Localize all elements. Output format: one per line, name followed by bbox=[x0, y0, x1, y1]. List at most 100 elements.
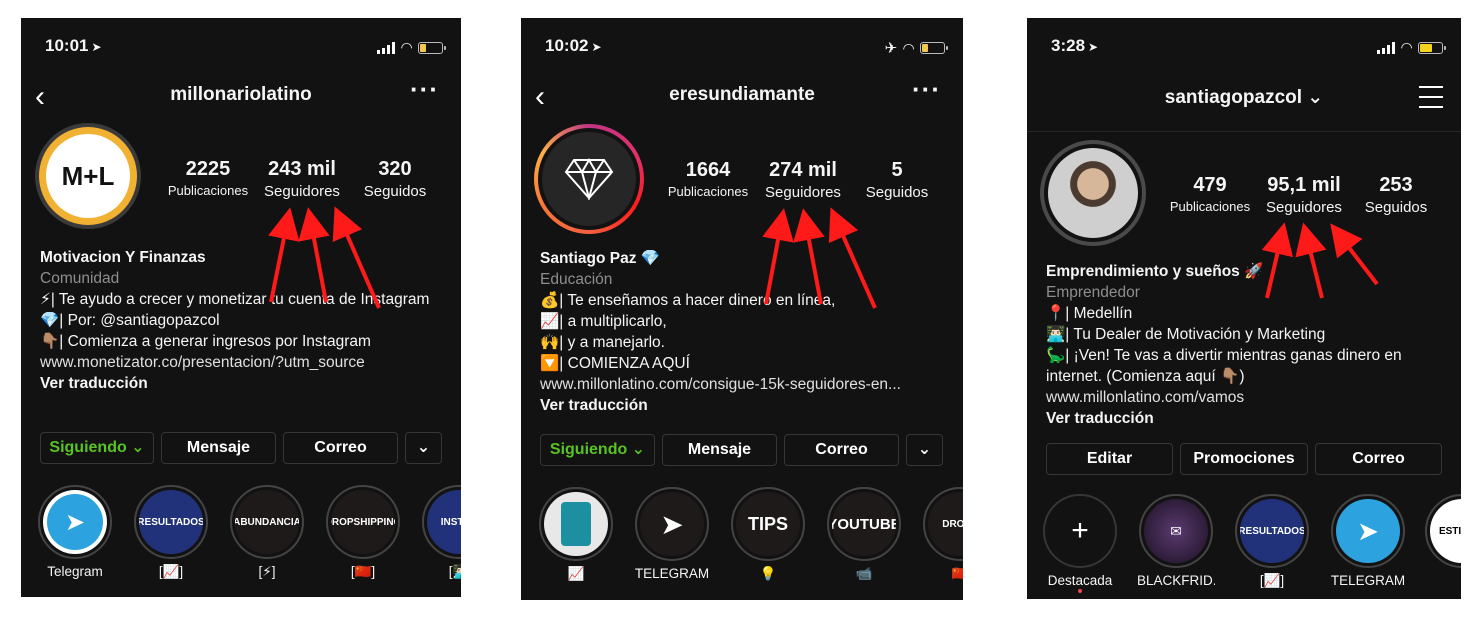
story-highlight-telegram[interactable]: ➤ TELEGRAM bbox=[1329, 494, 1407, 588]
profile-screen-1: 10:01 ➤ ◠ ‹ millonariolatino ··· M+L 2225… bbox=[21, 18, 461, 597]
location-icon: ➤ bbox=[1088, 40, 1099, 54]
email-button[interactable]: Correo bbox=[283, 432, 398, 464]
bio-line: 📈| a multiplicarlo, bbox=[540, 313, 667, 330]
following-button[interactable]: Siguiendo ⌄ bbox=[540, 434, 655, 466]
posts-count[interactable]: 2225 Publicaciones bbox=[163, 158, 253, 198]
profile-screen-3: 3:28 ➤ ◠ santiagopazcol ⌄ 479 Publicacion… bbox=[1027, 18, 1461, 599]
airplane-icon: ✈ bbox=[884, 40, 898, 57]
bio-line: 🔽| COMIENZA AQUÍ bbox=[540, 355, 690, 372]
avatar[interactable] bbox=[534, 124, 644, 234]
avatar-logo-text: M+L bbox=[61, 160, 115, 191]
following-count[interactable]: 320 Seguidos bbox=[355, 158, 435, 200]
translate-link[interactable]: Ver traducción bbox=[540, 395, 953, 416]
message-button[interactable]: Mensaje bbox=[161, 432, 276, 464]
bio: Emprendimiento y sueños 🚀 Emprendedor 📍|… bbox=[1046, 261, 1451, 429]
battery-icon bbox=[1418, 41, 1446, 54]
diamond-icon bbox=[564, 158, 614, 200]
story-highlight-youtube[interactable]: YOUTUBE 📹 bbox=[825, 487, 903, 582]
telegram-icon: ➤ bbox=[660, 508, 684, 540]
nav-bar: ‹ millonariolatino ··· bbox=[21, 74, 461, 113]
suggestions-chevron-button[interactable]: ⌄ bbox=[405, 432, 442, 464]
story-highlight-dropshipping[interactable]: DROPSHIPPING [🇨🇳] bbox=[324, 485, 402, 580]
followers-count[interactable]: 95,1 mil Seguidores bbox=[1256, 174, 1352, 216]
plus-icon: + bbox=[1048, 499, 1112, 563]
nav-bar: ‹ eresundiamante ··· bbox=[521, 74, 963, 113]
promotions-button[interactable]: Promociones bbox=[1180, 443, 1308, 475]
username-title[interactable]: santiagopazcol ⌄ bbox=[1027, 86, 1461, 109]
clock: 10:02 bbox=[545, 36, 589, 55]
followers-count[interactable]: 274 mil Seguidores bbox=[755, 159, 851, 201]
profile-category: Comunidad bbox=[40, 270, 120, 287]
divider bbox=[1027, 131, 1461, 132]
bio: Santiago Paz 💎 Educación 💰| Te enseñamos… bbox=[540, 248, 953, 416]
message-button[interactable]: Mensaje bbox=[662, 434, 777, 466]
email-button[interactable]: Correo bbox=[784, 434, 899, 466]
username-title: millonariolatino bbox=[170, 84, 312, 105]
suggestions-chevron-button[interactable]: ⌄ bbox=[906, 434, 943, 466]
story-highlight-resultados[interactable]: RESULTADOS [📈] bbox=[132, 485, 210, 580]
profile-name: Emprendimiento y sueños 🚀 bbox=[1046, 263, 1264, 280]
followers-count[interactable]: 243 mil Seguidores bbox=[254, 158, 350, 200]
story-highlight-telegram[interactable]: ➤ TELEGRAM bbox=[633, 487, 711, 581]
wifi-icon: ◠ bbox=[401, 39, 412, 55]
nav-bar: santiagopazcol ⌄ bbox=[1027, 84, 1461, 114]
profile-name: Santiago Paz 💎 bbox=[540, 250, 661, 267]
status-bar: 10:02 ➤ ✈ ◠ bbox=[545, 36, 948, 57]
profile-photo bbox=[1048, 148, 1138, 238]
posts-count[interactable]: 1664 Publicaciones bbox=[663, 159, 753, 199]
battery-icon bbox=[920, 42, 948, 54]
profile-category: Educación bbox=[540, 271, 613, 288]
bio-line: 👨🏻‍💻| Tu Dealer de Motivación y Marketin… bbox=[1046, 326, 1326, 343]
story-highlight-tips[interactable]: TIPS 💡 bbox=[729, 487, 807, 582]
phone-image bbox=[561, 502, 591, 546]
story-highlight-results[interactable]: 📈 bbox=[537, 487, 615, 582]
edit-profile-button[interactable]: Editar bbox=[1046, 443, 1173, 475]
bio-line: 📍| Medellín bbox=[1046, 305, 1133, 322]
notification-dot bbox=[1078, 589, 1082, 593]
clock: 3:28 bbox=[1051, 36, 1086, 55]
location-icon: ➤ bbox=[91, 40, 102, 54]
hamburger-menu-icon[interactable] bbox=[1419, 86, 1443, 116]
avatar[interactable] bbox=[1040, 140, 1146, 246]
bio: Motivacion Y Finanzas Comunidad ⚡| Te ay… bbox=[40, 247, 451, 394]
wifi-icon: ◠ bbox=[1401, 39, 1412, 55]
telegram-icon: ➤ bbox=[47, 494, 103, 550]
story-highlight-telegram[interactable]: ➤ Telegram bbox=[36, 485, 114, 579]
more-options-icon[interactable]: ··· bbox=[410, 74, 439, 105]
email-button[interactable]: Correo bbox=[1315, 443, 1442, 475]
telegram-icon: ➤ bbox=[1357, 515, 1379, 546]
bio-line: 🙌| y a manejarlo. bbox=[540, 334, 665, 351]
new-highlight-button[interactable]: + Destacada bbox=[1041, 494, 1119, 593]
wifi-icon: ◠ bbox=[903, 39, 914, 56]
following-count[interactable]: 253 Seguidos bbox=[1356, 174, 1436, 216]
avatar[interactable]: M+L bbox=[35, 123, 141, 229]
story-highlight-blackfriday[interactable]: ✉ BLACKFRID... bbox=[1137, 494, 1215, 588]
envelope-icon: ✉ bbox=[1170, 522, 1182, 539]
following-count[interactable]: 5 Seguidos bbox=[857, 159, 937, 201]
story-highlight-resultados[interactable]: RESULTADOS [📈] bbox=[1233, 494, 1311, 589]
bio-line: 💰| Te enseñamos a hacer dinero en línea, bbox=[540, 292, 836, 309]
story-highlight-abundancia[interactable]: ABUNDANCIA [⚡] bbox=[228, 485, 306, 580]
story-highlight-estilo[interactable]: ESTILO D [ bbox=[1423, 494, 1461, 588]
bio-link[interactable]: www.millonlatino.com/consigue-15k-seguid… bbox=[540, 374, 953, 395]
signal-icon bbox=[1377, 41, 1396, 54]
translate-link[interactable]: Ver traducción bbox=[40, 373, 451, 394]
location-icon: ➤ bbox=[591, 40, 602, 54]
translate-link[interactable]: Ver traducción bbox=[1046, 408, 1451, 429]
status-bar: 3:28 ➤ ◠ bbox=[1051, 36, 1446, 56]
profile-name: Motivacion Y Finanzas bbox=[40, 249, 206, 266]
story-highlight-instagram[interactable]: INSTAR [👨🏻‍💻 bbox=[420, 485, 461, 580]
more-options-icon[interactable]: ··· bbox=[912, 74, 941, 105]
battery-icon bbox=[418, 41, 446, 54]
bio-line: ⚡| Te ayudo a crecer y monetizar tu cuen… bbox=[40, 291, 430, 308]
story-highlight-dropshipping[interactable]: DROPS 🇨🇳 bbox=[921, 487, 963, 582]
bio-link[interactable]: www.millonlatino.com/vamos bbox=[1046, 387, 1451, 408]
bio-line: 💎| Por: @santiagopazcol bbox=[40, 312, 220, 329]
bio-link[interactable]: www.monetizator.co/presentacion/?utm_sou… bbox=[40, 352, 451, 373]
bio-line: 👇🏽| Comienza a generar ingresos por Inst… bbox=[40, 333, 371, 350]
profile-screen-2: 10:02 ➤ ✈ ◠ ‹ eresundiamante ··· 1664 Pub… bbox=[521, 18, 963, 600]
status-bar: 10:01 ➤ ◠ bbox=[45, 36, 446, 56]
bio-line: 🦕| ¡Ven! Te vas a divertir mientras gana… bbox=[1046, 347, 1402, 385]
following-button[interactable]: Siguiendo ⌄ bbox=[40, 432, 154, 464]
posts-count[interactable]: 479 Publicaciones bbox=[1165, 174, 1255, 214]
